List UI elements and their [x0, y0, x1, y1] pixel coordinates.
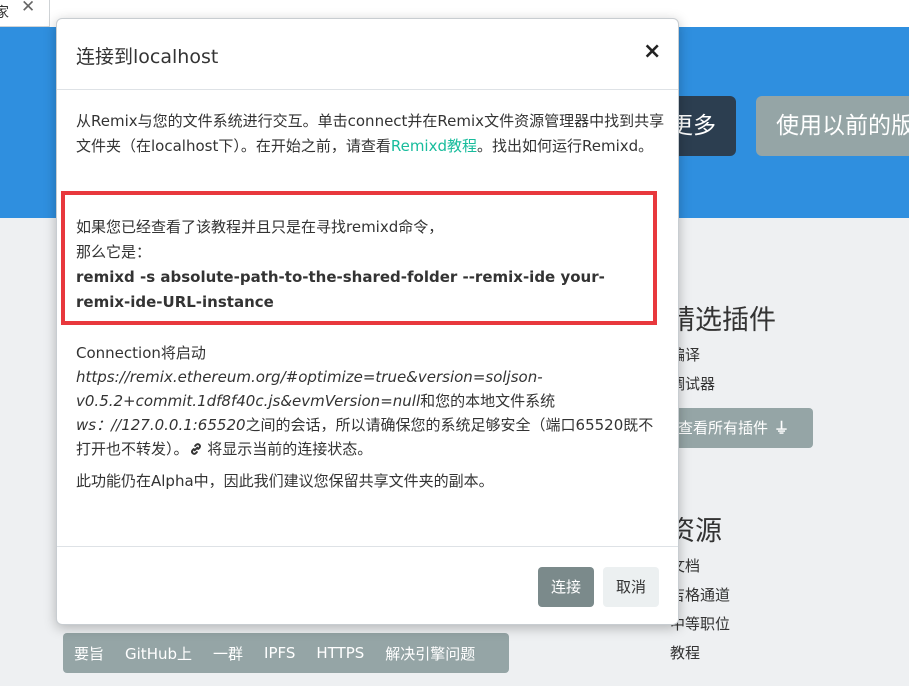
all-plugins-button[interactable]: 查看所有插件 ⏚ [662, 408, 813, 448]
connection-description: Connection将启动https://remix.ethereum.org/… [76, 341, 656, 461]
conn-mid: 和您的本地文件系统 [420, 392, 556, 410]
footer-link-troubleshoot[interactable]: 解决引擎问题 [385, 643, 475, 664]
tab-label: 家 [0, 5, 9, 21]
footer-link-https[interactable]: HTTPS [316, 644, 364, 662]
resource-tutorial[interactable]: 教程 [670, 642, 700, 663]
resource-medium[interactable]: 中等职位 [670, 613, 730, 634]
modal-footer: 连接 取消 [57, 546, 678, 625]
remixd-tutorial-link[interactable]: Remixd教程 [391, 137, 477, 155]
link-icon [189, 440, 203, 458]
cmd-intro-line: 如果您已经查看了该教程并且只是在寻找remixd命令， [76, 218, 444, 236]
modal-header: 连接到localhost × [57, 19, 678, 90]
close-icon[interactable]: ✕ [21, 0, 35, 17]
all-plugins-label: 查看所有插件 [678, 419, 769, 437]
conn-ws: ws：//127.0.0.1:65520 [76, 416, 246, 434]
alpha-note: 此功能仍在Alpha中，因此我们建议您保留共享文件夹的副本。 [76, 472, 494, 490]
modal-intro: 从Remix与您的文件系统进行交互。单击connect并在Remix文件资源管理… [76, 109, 666, 159]
featured-plugins-title: 精选插件 [668, 305, 776, 336]
connect-button[interactable]: 连接 [538, 567, 594, 607]
connect-localhost-modal: 连接到localhost × 从Remix与您的文件系统进行交互。单击conne… [56, 18, 679, 625]
plug-icon: ⏚ [774, 419, 790, 437]
close-icon[interactable]: × [643, 39, 661, 64]
modal-title: 连接到localhost [76, 46, 219, 68]
remixd-command-block: 如果您已经查看了该教程并且只是在寻找remixd命令， 那么它是： remixd… [76, 215, 646, 315]
cmd-intro-line-2: 那么它是： [76, 243, 152, 261]
remixd-command: remixd -s absolute-path-to-the-shared-fo… [76, 268, 605, 311]
use-previous-version-button[interactable]: 使用以前的版 [756, 96, 909, 156]
conn-prefix: Connection将启动 [76, 344, 206, 362]
footer-link-gist[interactable]: 要旨 [74, 643, 104, 664]
conn-end: 将显示当前的连接状态。 [202, 440, 373, 458]
intro-text-end: 。找出如何运行Remixd。 [477, 137, 654, 155]
footer-links-bar: 要旨 GitHub上 一群 IPFS HTTPS 解决引擎问题 [63, 633, 509, 673]
tab-home[interactable]: 家 ✕ [0, 0, 50, 27]
footer-link-swarm[interactable]: 一群 [213, 643, 243, 664]
footer-link-ipfs[interactable]: IPFS [264, 644, 295, 662]
resource-gitter[interactable]: 吉格通道 [670, 584, 730, 605]
footer-link-github[interactable]: GitHub上 [125, 643, 192, 664]
cancel-button[interactable]: 取消 [603, 567, 659, 607]
